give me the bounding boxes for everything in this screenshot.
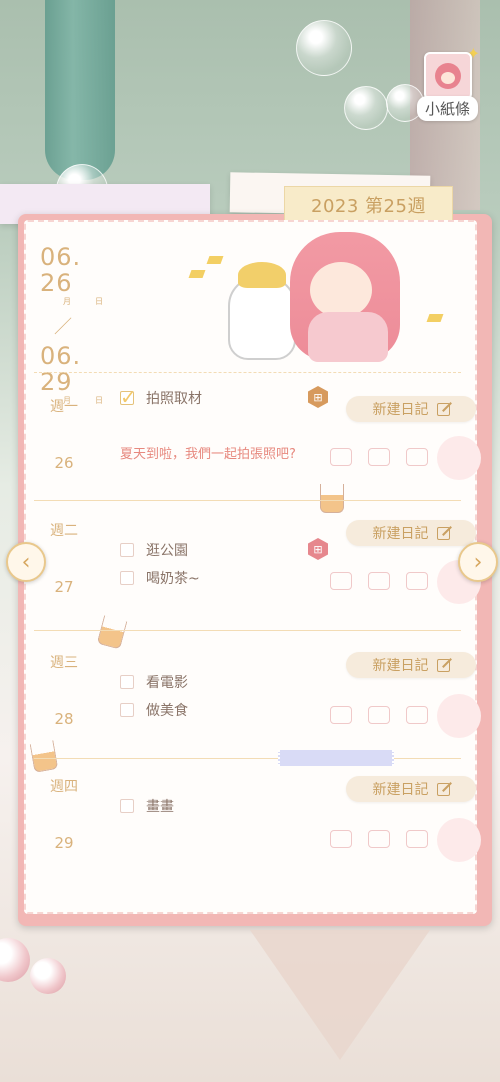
- task-text: 喝奶茶~: [146, 571, 200, 587]
- weekday-label: 週一: [50, 399, 78, 415]
- bubble-tea-sticker: [96, 615, 128, 650]
- weekday-label: 週四: [50, 779, 78, 795]
- day-divider: [34, 630, 461, 632]
- edit-icon: [436, 402, 450, 416]
- mood-sticker-slot[interactable]: [437, 818, 481, 862]
- task-text: 逛公園: [146, 543, 188, 559]
- day-date: 29: [54, 834, 74, 852]
- task-checkbox[interactable]: [120, 543, 134, 557]
- task-text: 畫畫: [146, 799, 174, 815]
- mood-checkbox[interactable]: [330, 830, 352, 848]
- sparkle-icon: [206, 256, 224, 264]
- gift-icon[interactable]: ⊞: [308, 386, 328, 408]
- next-week-button[interactable]: ›: [458, 542, 498, 582]
- new-diary-button[interactable]: 新建日記: [346, 652, 476, 678]
- sparkle-icon: [426, 314, 444, 322]
- curtain-decoration: [45, 0, 115, 180]
- edit-icon: [436, 782, 450, 796]
- task-checkbox[interactable]: [120, 799, 134, 813]
- new-diary-button[interactable]: 新建日記: [346, 776, 476, 802]
- new-diary-button[interactable]: 新建日記: [346, 396, 476, 422]
- new-diary-label: 新建日記: [372, 782, 429, 798]
- gift-icon[interactable]: ⊞: [308, 538, 328, 560]
- girl-dress: [308, 312, 388, 362]
- mood-checkbox[interactable]: [406, 572, 428, 590]
- new-diary-button[interactable]: 新建日記: [346, 520, 476, 546]
- drink-sticker: [320, 484, 344, 513]
- task-checkbox[interactable]: [120, 571, 134, 585]
- start-date: 06. 26: [40, 243, 82, 297]
- day-divider: [34, 758, 461, 760]
- task-text: 看電影: [146, 675, 188, 691]
- new-diary-label: 新建日記: [372, 658, 429, 674]
- day-label: 日: [95, 396, 103, 405]
- mood-checkbox[interactable]: [406, 448, 428, 466]
- end-date: 06. 29: [40, 342, 82, 396]
- task-checkbox[interactable]: [120, 675, 134, 689]
- charm-decoration: [0, 888, 70, 1038]
- charm-ball: [0, 938, 30, 982]
- mood-checkbox[interactable]: [368, 572, 390, 590]
- cat-mascot: [228, 276, 296, 360]
- girl-face: [310, 262, 372, 318]
- day-date: 28: [54, 710, 74, 728]
- mood-checkbox[interactable]: [368, 830, 390, 848]
- juice-sticker: [29, 740, 59, 773]
- paper-decoration: [250, 930, 430, 1060]
- task-checkbox[interactable]: [120, 703, 134, 717]
- day-divider: [34, 500, 461, 502]
- note-label[interactable]: 小紙條: [416, 96, 478, 121]
- task-item[interactable]: 喝奶茶~: [120, 568, 200, 588]
- previous-week-button[interactable]: ‹: [6, 542, 46, 582]
- edit-icon: [436, 658, 450, 672]
- date-separator: ／: [54, 317, 72, 338]
- mood-checkbox[interactable]: [368, 448, 390, 466]
- character-illustration: [188, 232, 444, 367]
- task-checkbox[interactable]: [120, 385, 137, 409]
- mood-sticker-slot[interactable]: [437, 694, 481, 738]
- task-item[interactable]: 畫畫: [120, 796, 174, 816]
- task-item[interactable]: 看電影: [120, 672, 188, 692]
- day-label: 日: [95, 297, 103, 306]
- month-label: 月: [63, 297, 71, 306]
- bubble-decoration: [296, 20, 352, 76]
- avatar-button[interactable]: [424, 52, 472, 100]
- weekday-label: 週三: [50, 655, 78, 671]
- weekly-notebook: 06. 26 月 日 ／ 06. 29 月 日 週一 26 拍照取材 ⊞ 新建日…: [24, 220, 481, 914]
- section-divider: [34, 372, 461, 374]
- mood-checkbox[interactable]: [406, 706, 428, 724]
- task-text: 做美食: [146, 703, 188, 719]
- washi-tape-decoration: [278, 750, 394, 766]
- day-date: 26: [54, 454, 74, 472]
- mood-sticker-slot[interactable]: [437, 436, 481, 480]
- new-diary-label: 新建日記: [372, 526, 429, 542]
- task-text: 拍照取材: [146, 391, 202, 407]
- chevron-right-icon: ›: [473, 549, 483, 575]
- week-tab: 2023 第25週: [284, 186, 453, 224]
- avatar-girl-icon: [435, 63, 461, 89]
- charm-ball: [30, 958, 66, 994]
- date-sub-labels: 月 日: [40, 296, 110, 307]
- mood-checkbox[interactable]: [330, 448, 352, 466]
- mood-checkbox[interactable]: [406, 830, 428, 848]
- bubble-decoration: [344, 86, 388, 130]
- mood-checkbox[interactable]: [368, 706, 390, 724]
- mood-checkbox[interactable]: [330, 706, 352, 724]
- new-diary-label: 新建日記: [372, 402, 429, 418]
- mood-checkbox[interactable]: [330, 572, 352, 590]
- weekday-label: 週二: [50, 523, 78, 539]
- day-date: 27: [54, 578, 74, 596]
- task-item[interactable]: 拍照取材: [120, 385, 202, 409]
- date-range: 06. 26 月 日 ／ 06. 29 月 日: [40, 244, 110, 406]
- edit-icon: [436, 526, 450, 540]
- task-item[interactable]: 逛公園: [120, 540, 188, 560]
- chevron-left-icon: ‹: [21, 549, 31, 575]
- day-memo: 夏天到啦，我們一起拍張照吧?: [120, 447, 296, 462]
- task-item[interactable]: 做美食: [120, 700, 188, 720]
- cat-hat: [238, 262, 286, 288]
- sparkle-icon: [188, 270, 206, 278]
